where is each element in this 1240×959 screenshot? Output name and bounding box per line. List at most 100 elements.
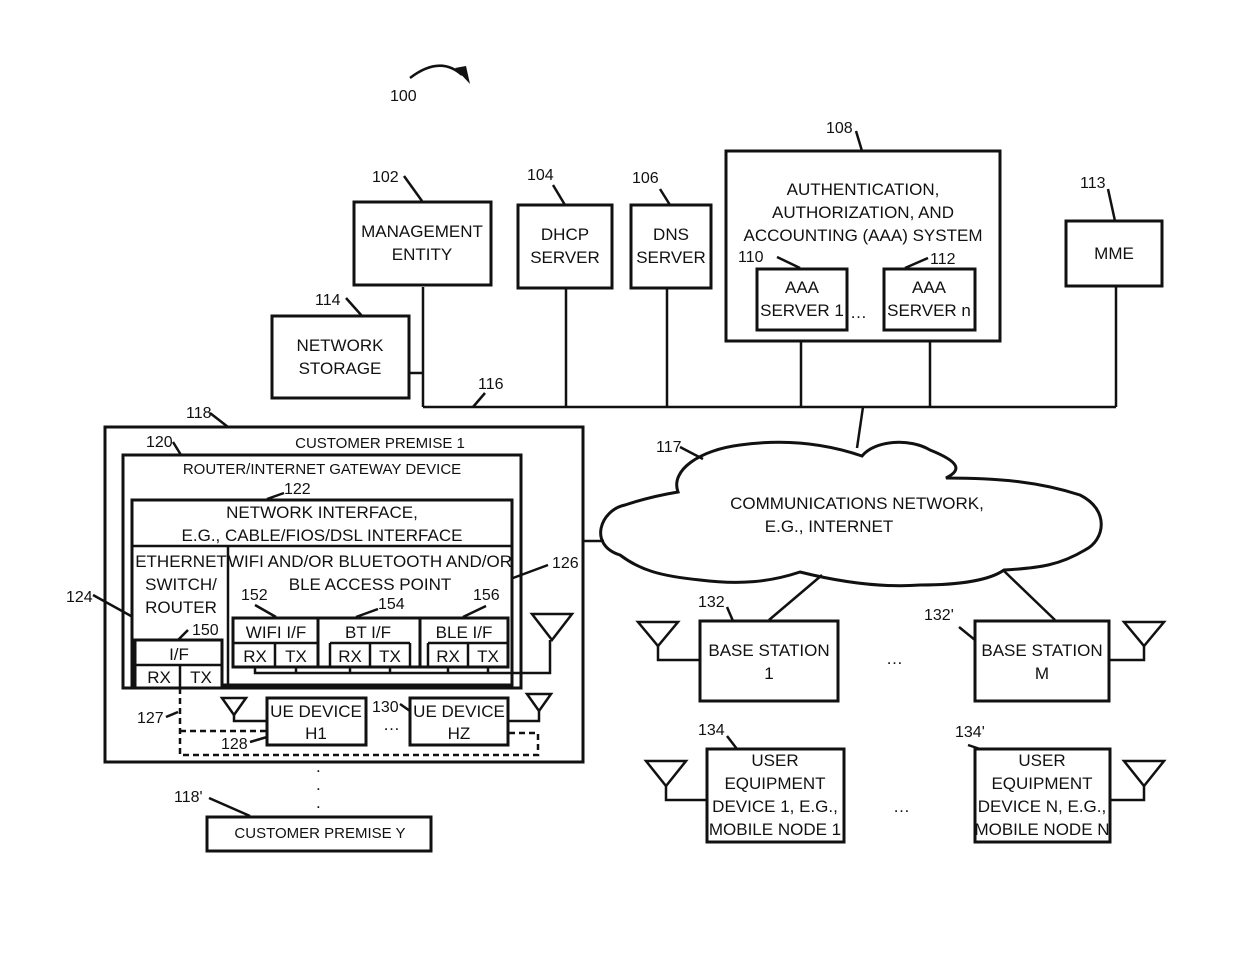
aaa-system-label-1: AUTHENTICATION, <box>787 180 940 199</box>
user-equipment-1: USER EQUIPMENT DEVICE 1, E.G., MOBILE NO… <box>643 722 846 844</box>
wifi-if-rx: RX <box>243 647 267 666</box>
dhcp-server-label-1: DHCP <box>541 225 589 244</box>
ue-n-label-4: MOBILE NODE N <box>974 820 1109 839</box>
dns-server-label-2: SERVER <box>636 248 706 267</box>
wifi-if-tx: TX <box>285 647 307 666</box>
aaa-server-1-label-1: AAA <box>785 278 820 297</box>
dhcp-server: DHCP SERVER 104 <box>516 167 614 290</box>
network-interface-ref: 122 <box>284 481 311 498</box>
base-station-1: BASE STATION 1 132 <box>635 594 840 703</box>
premise-dot-3: . <box>316 793 321 812</box>
ue-device-h1-ref: 128 <box>221 736 248 753</box>
network-diagram: 100 116 MANAGEMENT ENTITY 102 DHCP SERVE… <box>66 64 1167 853</box>
ble-if-ref: 156 <box>473 587 500 604</box>
cloud-bsm-link <box>1002 569 1056 621</box>
ue-device-h1-label-2: H1 <box>305 724 327 743</box>
premise-dot-2: . <box>316 775 321 794</box>
ue-1-label-1: USER <box>751 751 798 770</box>
bs1-antenna-icon <box>635 620 681 648</box>
dhcp-server-ref: 104 <box>527 167 554 184</box>
dns-server-ref: 106 <box>632 170 659 187</box>
arrowhead-icon <box>455 66 470 84</box>
ethernet-if-label: I/F <box>169 645 189 664</box>
wifi-if-ref: 152 <box>241 587 268 604</box>
bt-if-label: BT I/F <box>345 623 391 642</box>
ue-device-hz-label-1: UE DEVICE <box>413 702 505 721</box>
bus-ref: 116 <box>478 376 504 393</box>
ble-if-label: BLE I/F <box>436 623 493 642</box>
ethernet-switch-label-2: SWITCH/ <box>145 575 217 594</box>
network-storage-label-2: STORAGE <box>299 359 382 378</box>
router-gateway-title: ROUTER/INTERNET GATEWAY DEVICE <box>183 461 461 478</box>
aaa-system: AUTHENTICATION, AUTHORIZATION, AND ACCOU… <box>724 120 1002 343</box>
ethernet-if-ref: 150 <box>192 622 219 639</box>
ue1-antenna-icon <box>643 759 689 789</box>
aaa-server-1-ref: 110 <box>738 249 764 266</box>
figure-ref-label: 100 <box>390 88 417 105</box>
customer-premise-1-title: CUSTOMER PREMISE 1 <box>295 435 465 452</box>
bt-if-rx: RX <box>338 647 362 666</box>
user-equipment-n: USER EQUIPMENT DEVICE N, E.G., MOBILE NO… <box>955 724 1167 844</box>
base-station-m-ref: 132' <box>924 607 954 624</box>
ethernet-if-rx: RX <box>147 668 171 687</box>
wired-link-ref: 127 <box>137 710 164 727</box>
comm-network-ref: 117 <box>656 439 682 456</box>
uen-antenna-icon <box>1121 759 1167 789</box>
ue-mobile-ellipsis: … <box>893 797 910 816</box>
ethernet-switch-label-3: ROUTER <box>145 598 217 617</box>
network-interface-label-1: NETWORK INTERFACE, <box>226 503 418 522</box>
base-station-1-ref: 132 <box>698 594 725 611</box>
aaa-system-ref: 108 <box>826 120 853 137</box>
ue-n-label-1: USER <box>1018 751 1065 770</box>
dns-server: DNS SERVER 106 <box>629 170 713 290</box>
customer-premise-1-ref: 118 <box>186 405 212 422</box>
ethernet-switch-ref: 124 <box>66 589 93 606</box>
ue-n-ref: 134' <box>955 724 985 741</box>
network-storage-label-1: NETWORK <box>297 336 385 355</box>
router-gateway-ref: 120 <box>146 434 173 451</box>
mme: MME 113 <box>1064 175 1164 288</box>
bs-ellipsis: … <box>886 649 903 668</box>
aaa-ellipsis: … <box>850 303 867 322</box>
base-station-m-label-2: M <box>1035 664 1049 683</box>
ue-n-label-3: DEVICE N, E.G., <box>978 797 1106 816</box>
comm-network-label-2: E.G., INTERNET <box>765 517 893 536</box>
ue-ellipsis: … <box>383 715 400 734</box>
base-station-1-label-2: 1 <box>764 664 773 683</box>
aaa-server-n-ref: 112 <box>930 251 956 268</box>
base-station-1-label-1: BASE STATION <box>708 641 829 660</box>
bt-if-ref: 154 <box>378 596 405 613</box>
ue-device-hz-label-2: HZ <box>448 724 471 743</box>
bt-if-tx: TX <box>379 647 401 666</box>
cloud-bs1-link <box>768 574 823 621</box>
aaa-system-label-3: ACCOUNTING (AAA) SYSTEM <box>744 226 983 245</box>
network-interface-label-2: E.G., CABLE/FIOS/DSL INTERFACE <box>182 526 463 545</box>
base-station-m: BASE STATION M 132' <box>924 607 1167 703</box>
premise-ellipsis: . . . <box>316 757 321 812</box>
network-storage-ref: 114 <box>315 292 341 309</box>
ue-device-hz-ref: 130 <box>372 699 399 716</box>
dns-server-label-1: DNS <box>653 225 689 244</box>
ue-1-label-2: EQUIPMENT <box>724 774 825 793</box>
ue-1-label-3: DEVICE 1, E.G., <box>712 797 838 816</box>
ble-if-tx: TX <box>477 647 499 666</box>
management-entity: MANAGEMENT ENTITY 102 <box>352 169 493 287</box>
ue-n-label-2: EQUIPMENT <box>991 774 1092 793</box>
ue-1-ref: 134 <box>698 722 725 739</box>
network-storage: NETWORK STORAGE 114 <box>270 292 411 400</box>
curved-arrow-icon <box>409 64 463 79</box>
management-entity-ref: 102 <box>372 169 399 186</box>
access-point-label-1: WIFI AND/OR BLUETOOTH AND/OR <box>228 552 512 571</box>
dhcp-server-label-2: SERVER <box>530 248 600 267</box>
aaa-server-1-label-2: SERVER 1 <box>760 301 844 320</box>
customer-premise-y-ref: 118' <box>174 789 203 806</box>
ethernet-if-tx: TX <box>190 668 212 687</box>
ble-if-rx: RX <box>436 647 460 666</box>
premise-dot-1: . <box>316 757 321 776</box>
aaa-server-n-label-1: AAA <box>912 278 947 297</box>
figure-ref: 100 <box>390 64 470 105</box>
customer-premise-y: CUSTOMER PREMISE Y 118' <box>174 789 433 853</box>
communications-network-cloud: COMMUNICATIONS NETWORK, E.G., INTERNET 1… <box>599 439 1103 588</box>
base-station-m-label-1: BASE STATION <box>981 641 1102 660</box>
customer-premise-y-title: CUSTOMER PREMISE Y <box>234 825 405 842</box>
